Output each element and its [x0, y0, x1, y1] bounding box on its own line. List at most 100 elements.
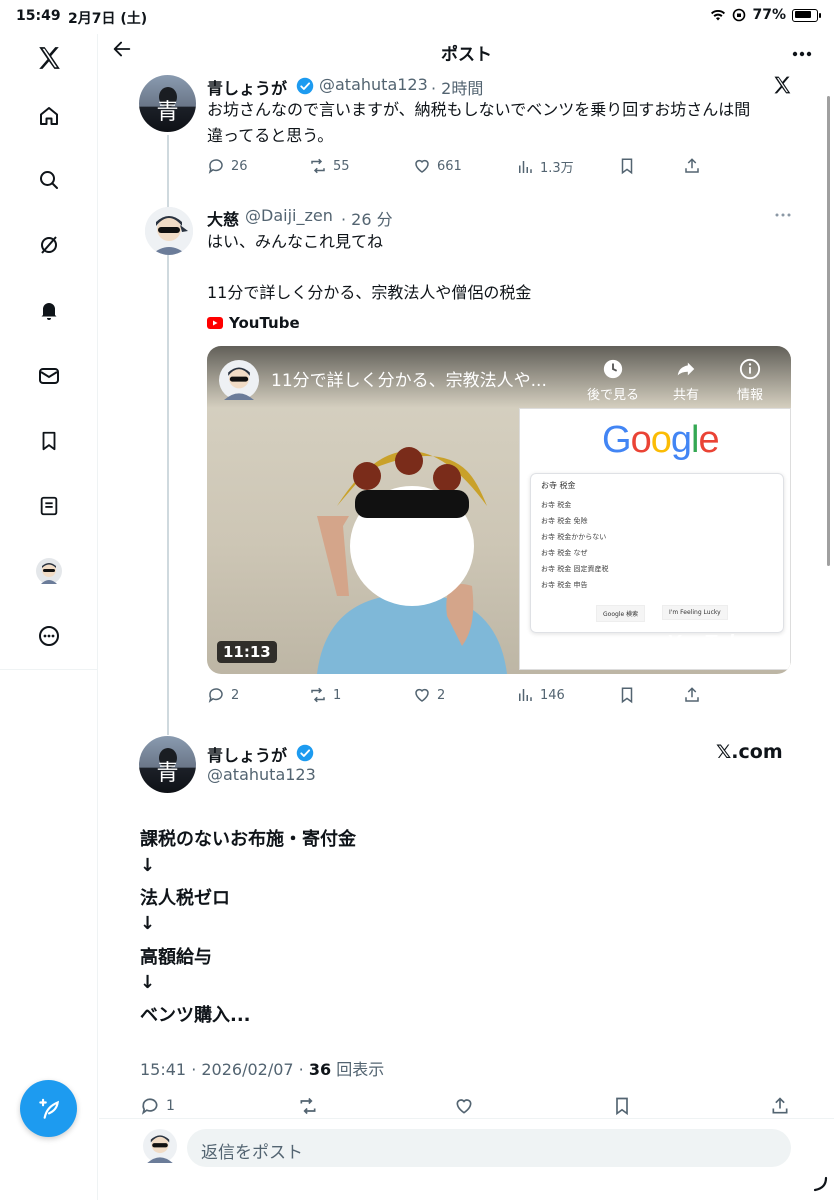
- channel-avatar[interactable]: [219, 360, 259, 400]
- share-button[interactable]: [683, 686, 701, 704]
- suggestion-4: お寺 税金 なぜ: [541, 549, 588, 557]
- view-label: 回表示: [331, 1060, 385, 1079]
- video-info-button[interactable]: 情報: [737, 358, 763, 403]
- compose-button[interactable]: [20, 1080, 77, 1137]
- views-chart-icon: [519, 689, 532, 701]
- main-post-actions: 1: [140, 1096, 795, 1118]
- share-icon: [685, 158, 699, 173]
- repost-button[interactable]: [298, 1096, 318, 1116]
- google-query: お寺 税金: [541, 481, 576, 490]
- main-line-7: ベンツ購入...: [140, 1005, 251, 1026]
- post-actions: 26 55 661 1.3万: [207, 157, 707, 177]
- repost-icon: [311, 158, 325, 174]
- author-handle[interactable]: @atahuta123: [319, 75, 428, 94]
- views-button[interactable]: 1.3万: [516, 157, 574, 176]
- repost-count: 55: [333, 158, 350, 174]
- share-button[interactable]: [770, 1096, 790, 1116]
- like-count: 2: [437, 687, 446, 703]
- reply-author-handle[interactable]: @Daiji_zen: [245, 206, 333, 225]
- avatar-glyph: 青: [156, 100, 179, 125]
- views-count: 146: [540, 687, 565, 703]
- google-search-btn: Google 検索: [596, 605, 646, 622]
- suggestion-6: お寺 税金 申告: [541, 581, 588, 589]
- post-text-line-1: お坊さんなので言いますが、納税もしないでベンツを乗り回すお坊さんは間: [207, 100, 751, 119]
- like-count: 661: [437, 158, 462, 174]
- repost-icon: [300, 1097, 316, 1115]
- views-button[interactable]: 146: [516, 686, 565, 704]
- reply-text-line-3: 11分で詳しく分かる、宗教法人や僧侶の税金: [207, 283, 532, 302]
- like-button[interactable]: [454, 1096, 474, 1116]
- more-circle-icon[interactable]: [0, 616, 98, 656]
- search-icon[interactable]: [0, 160, 98, 200]
- views-count: 1.3万: [540, 161, 574, 176]
- bell-icon[interactable]: [0, 290, 98, 330]
- sidebar-divider: [0, 669, 98, 670]
- status-date: 2月7日 (土): [68, 11, 148, 27]
- bookmark-button[interactable]: [618, 686, 636, 704]
- reply-button[interactable]: 2: [207, 686, 239, 704]
- list-icon[interactable]: [0, 486, 98, 526]
- bookmark-button[interactable]: [612, 1096, 632, 1116]
- repost-button[interactable]: 55: [309, 157, 350, 175]
- page-title: ポスト: [441, 45, 492, 65]
- sidebar: [0, 34, 98, 1200]
- google-screenshot: Google お寺 税金 お寺 税金 お寺 税金 免除 お寺 税金かからない お…: [519, 408, 791, 670]
- reply-input[interactable]: 返信をポスト: [187, 1129, 791, 1167]
- suggestion-2: お寺 税金 免除: [541, 517, 588, 525]
- repost-count: 1: [333, 687, 342, 703]
- current-user-avatar: [143, 1129, 177, 1163]
- status-time: 15:49: [16, 8, 61, 24]
- youtube-watermark: YouTube: [667, 632, 752, 654]
- mail-icon[interactable]: [0, 356, 98, 396]
- author-avatar[interactable]: 青: [139, 75, 196, 132]
- battery-icon: [792, 8, 821, 22]
- reply-author-avatar[interactable]: [145, 207, 193, 255]
- profile-avatar[interactable]: [0, 551, 98, 591]
- like-button[interactable]: 661: [413, 157, 462, 175]
- youtube-icon: [207, 317, 223, 329]
- scrollbar[interactable]: [827, 96, 830, 566]
- bookmark-button[interactable]: [618, 157, 636, 175]
- reply-count: 26: [231, 158, 248, 174]
- suggestion-1: お寺 税金: [541, 501, 572, 509]
- like-button[interactable]: 2: [413, 686, 445, 704]
- heart-icon: [415, 688, 429, 702]
- reply-button[interactable]: 26: [207, 157, 248, 175]
- reply-post-time[interactable]: · 26 分: [341, 206, 393, 230]
- google-logo: Google: [602, 419, 720, 461]
- main-author-avatar[interactable]: 青: [139, 736, 196, 793]
- main-line-5: 高額給与: [140, 947, 212, 968]
- share-icon: [685, 687, 699, 702]
- video-duration: 11:13: [217, 641, 277, 663]
- x-logo-icon[interactable]: [0, 38, 98, 78]
- reply-author-name[interactable]: 大慈: [207, 206, 239, 230]
- post-timestamp[interactable]: 15:41 · 2026/02/07 ·: [140, 1060, 309, 1079]
- battery-percent: 77%: [752, 7, 786, 23]
- reply-button[interactable]: 1: [140, 1096, 175, 1116]
- watch-later-button[interactable]: 後で見る: [587, 358, 639, 403]
- suggestion-5: お寺 税金 固定資産税: [541, 565, 609, 573]
- reply-placeholder: 返信をポスト: [201, 1143, 303, 1163]
- x-source-icon: [774, 76, 791, 94]
- main-author-handle[interactable]: @atahuta123: [207, 765, 316, 784]
- reply-bar: 返信をポスト: [99, 1118, 834, 1200]
- reply-text-line-1: はい、みんなこれ見てね: [207, 232, 384, 251]
- reply-more-icon[interactable]: [775, 213, 791, 217]
- heart-icon: [415, 159, 429, 173]
- repost-icon: [311, 687, 325, 703]
- main-line-3: 法人税ゼロ: [140, 888, 230, 909]
- link-source[interactable]: YouTube: [229, 314, 300, 332]
- share-arrow-icon: [677, 362, 695, 376]
- author-name[interactable]: 青しょうが: [207, 75, 287, 99]
- bookmark-icon[interactable]: [0, 421, 98, 461]
- home-icon[interactable]: [0, 96, 98, 136]
- repost-button[interactable]: 1: [309, 686, 341, 704]
- youtube-video-card[interactable]: 11分で詳しく分かる、宗教法人や... 後で見る 共有 情報 Google お寺…: [207, 346, 791, 674]
- video-share-button[interactable]: 共有: [673, 358, 699, 403]
- main-author-name[interactable]: 青しょうが: [207, 742, 287, 766]
- grok-icon[interactable]: [0, 225, 98, 265]
- share-button[interactable]: [683, 157, 701, 175]
- more-options-button[interactable]: [792, 42, 812, 61]
- reply-icon: [208, 159, 223, 174]
- post-time[interactable]: · 2時間: [431, 75, 483, 99]
